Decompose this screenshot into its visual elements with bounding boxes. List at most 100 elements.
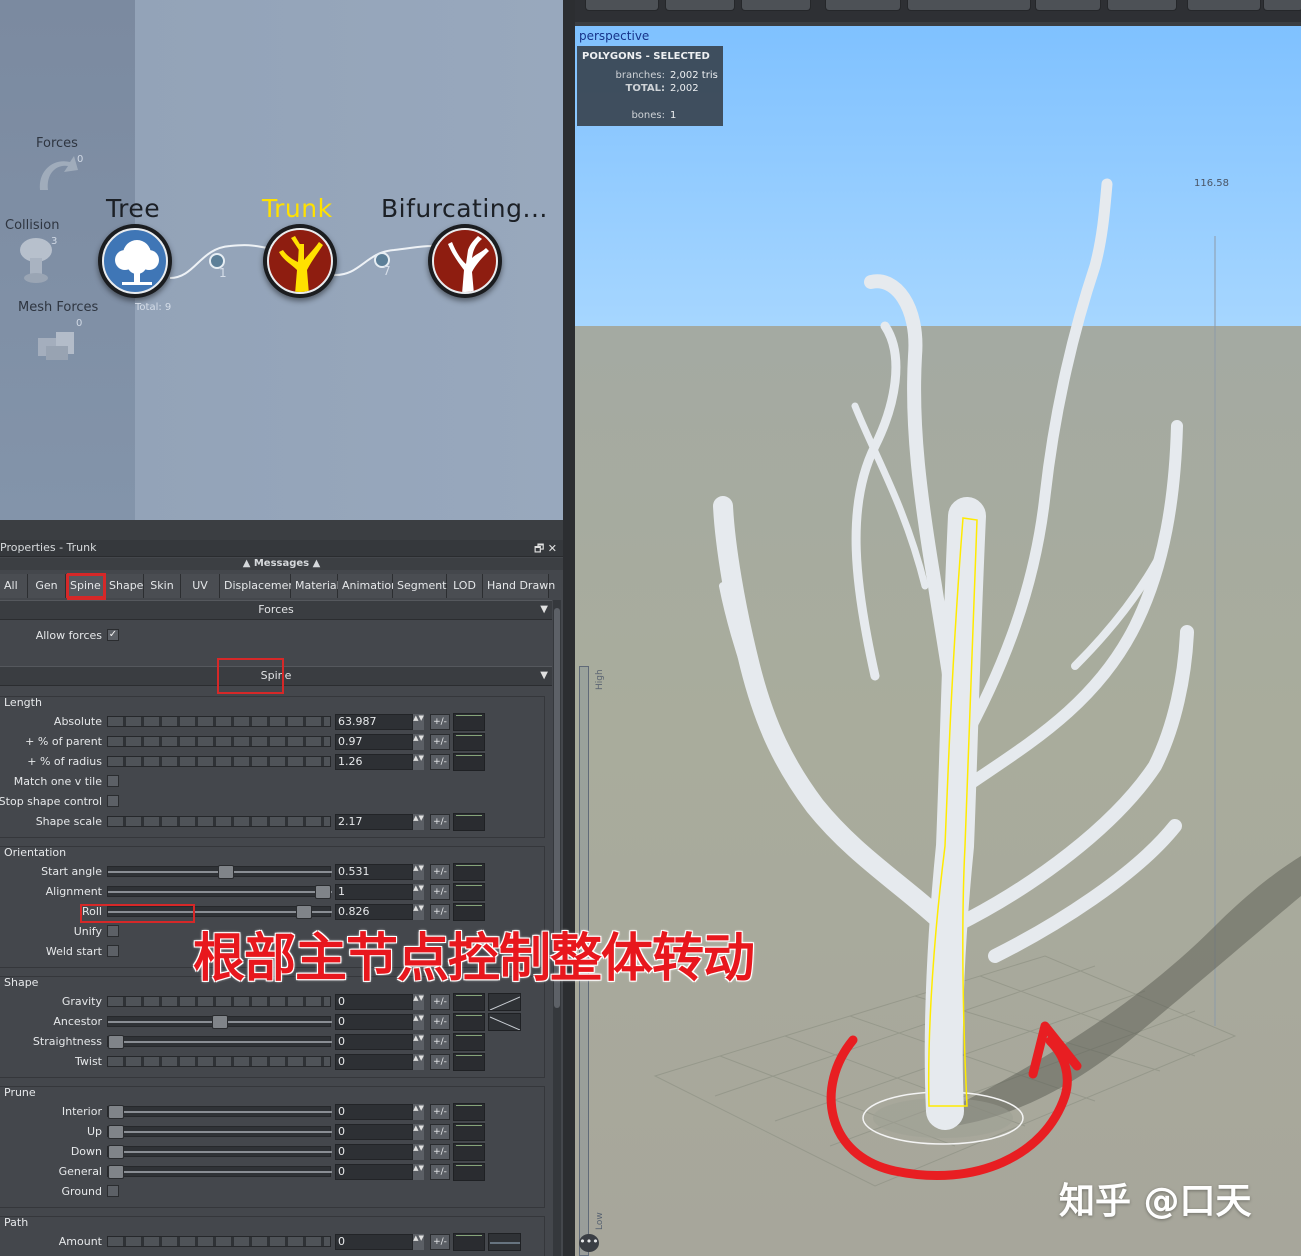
tab-displacement[interactable]: Displacement xyxy=(220,574,300,598)
nodes-button[interactable] xyxy=(1263,0,1301,11)
shape-scale-curve[interactable] xyxy=(453,813,485,831)
alignment-value[interactable]: 1 xyxy=(335,884,413,900)
general-slider[interactable] xyxy=(107,1165,332,1179)
general-value[interactable]: 0 xyxy=(335,1164,413,1180)
allow-forces-checkbox[interactable]: ✓ xyxy=(107,629,119,641)
up-curve[interactable] xyxy=(453,1123,485,1141)
gravity-variance-button[interactable]: +/- xyxy=(430,994,450,1010)
ancestor-value[interactable]: 0 xyxy=(335,1014,413,1030)
show-button[interactable] xyxy=(665,0,735,11)
alignment-spinner[interactable]: ▲▼ xyxy=(413,884,424,900)
ancestor-variance-button[interactable]: +/- xyxy=(430,1014,450,1030)
tab-lod[interactable]: LOD xyxy=(447,574,483,598)
absolute-value[interactable]: 63.987 xyxy=(335,714,413,730)
up-slider[interactable] xyxy=(107,1125,332,1139)
shape-scale-value[interactable]: 2.17 xyxy=(335,814,413,830)
pct-parent-spinner[interactable]: ▲▼ xyxy=(413,734,424,750)
start-angle-spinner[interactable]: ▲▼ xyxy=(413,864,424,880)
amount-spinner[interactable]: ▲▼ xyxy=(413,1234,424,1250)
forces-button[interactable] xyxy=(825,0,901,11)
interior-spinner[interactable]: ▲▼ xyxy=(413,1104,424,1120)
gravity-profile-curve[interactable] xyxy=(488,993,521,1011)
unify-checkbox[interactable] xyxy=(107,925,119,937)
twist-variance-button[interactable]: +/- xyxy=(430,1054,450,1070)
tab-uv[interactable]: UV xyxy=(181,574,220,598)
straightness-variance-button[interactable]: +/- xyxy=(430,1034,450,1050)
pct-parent-curve[interactable] xyxy=(453,733,485,751)
viewport-scene[interactable]: perspective POLYGONS - SELECTED branches… xyxy=(575,26,1301,1256)
start-angle-slider[interactable] xyxy=(107,865,332,879)
interior-variance-button[interactable]: +/- xyxy=(430,1104,450,1120)
chevron-down-icon[interactable]: ▼ xyxy=(540,601,548,619)
pct-radius-curve[interactable] xyxy=(453,753,485,771)
chevron-down-icon[interactable]: ▼ xyxy=(540,667,548,685)
wind-button[interactable] xyxy=(1035,0,1101,11)
pct-parent-variance-button[interactable]: +/- xyxy=(430,734,450,750)
down-spinner[interactable]: ▲▼ xyxy=(413,1144,424,1160)
properties-window-controls[interactable]: 🗗 ✕ xyxy=(534,540,557,559)
up-variance-button[interactable]: +/- xyxy=(430,1124,450,1140)
node-trunk[interactable] xyxy=(263,224,337,298)
up-spinner[interactable]: ▲▼ xyxy=(413,1124,424,1140)
gravity-slider[interactable] xyxy=(107,996,331,1007)
absolute-curve[interactable] xyxy=(453,713,485,731)
straightness-slider[interactable] xyxy=(107,1035,332,1049)
3d-viewport[interactable]: perspective POLYGONS - SELECTED branches… xyxy=(575,0,1301,1256)
interior-slider[interactable] xyxy=(107,1105,332,1119)
alignment-curve[interactable] xyxy=(453,883,485,901)
start-angle-value[interactable]: 0.531 xyxy=(335,864,413,880)
tab-material[interactable]: Material xyxy=(291,574,340,598)
alignment-slider[interactable] xyxy=(107,885,332,899)
shape-scale-slider[interactable] xyxy=(107,816,331,827)
viewport-menu-button[interactable]: ••• xyxy=(579,1234,599,1252)
amount-variance-button[interactable]: +/- xyxy=(430,1234,450,1250)
straightness-value[interactable]: 0 xyxy=(335,1034,413,1050)
down-curve[interactable] xyxy=(453,1143,485,1161)
messages-toggle[interactable]: ▲ Messages ▲ xyxy=(0,558,563,570)
ground-checkbox[interactable] xyxy=(107,1185,119,1197)
light-button[interactable] xyxy=(1107,0,1177,11)
start-angle-variance-button[interactable]: +/- xyxy=(430,864,450,880)
up-value[interactable]: 0 xyxy=(335,1124,413,1140)
twist-slider[interactable] xyxy=(107,1056,331,1067)
tab-segments[interactable]: Segments xyxy=(393,574,452,598)
node-bifurcating[interactable] xyxy=(428,224,502,298)
general-spinner[interactable]: ▲▼ xyxy=(413,1164,424,1180)
ancestor-profile-curve[interactable] xyxy=(488,1013,521,1031)
alignment-variance-button[interactable]: +/- xyxy=(430,884,450,900)
shape-scale-spinner[interactable]: ▲▼ xyxy=(413,814,424,830)
general-variance-button[interactable]: +/- xyxy=(430,1164,450,1180)
pct-radius-spinner[interactable]: ▲▼ xyxy=(413,754,424,770)
ancestor-spinner[interactable]: ▲▼ xyxy=(413,1014,424,1030)
gravity-curve[interactable] xyxy=(453,993,485,1011)
render-button[interactable] xyxy=(585,0,659,11)
twist-value[interactable]: 0 xyxy=(335,1054,413,1070)
pct-radius-value[interactable]: 1.26 xyxy=(335,754,413,770)
straightness-curve[interactable] xyxy=(453,1033,485,1051)
pct-parent-slider[interactable] xyxy=(107,736,331,747)
viewport-camera-label[interactable]: perspective xyxy=(579,29,649,43)
tab-shape[interactable]: Shape xyxy=(105,574,144,598)
straightness-spinner[interactable]: ▲▼ xyxy=(413,1034,424,1050)
down-slider[interactable] xyxy=(107,1145,332,1159)
tab-animation[interactable]: Animation xyxy=(338,574,398,598)
pct-parent-value[interactable]: 0.97 xyxy=(335,734,413,750)
twist-curve[interactable] xyxy=(453,1053,485,1071)
down-value[interactable]: 0 xyxy=(335,1144,413,1160)
absolute-spinner[interactable]: ▲▼ xyxy=(413,714,424,730)
gravity-spinner[interactable]: ▲▼ xyxy=(413,994,424,1010)
zoom-button[interactable] xyxy=(741,0,811,11)
match-v-checkbox[interactable] xyxy=(107,775,119,787)
twist-spinner[interactable]: ▲▼ xyxy=(413,1054,424,1070)
interior-curve[interactable] xyxy=(453,1103,485,1121)
amount-curve[interactable] xyxy=(453,1233,485,1251)
general-curve[interactable] xyxy=(453,1163,485,1181)
tab-hand-drawn[interactable]: Hand Drawn xyxy=(483,574,555,598)
amount-slider[interactable] xyxy=(107,1236,331,1247)
pct-radius-slider[interactable] xyxy=(107,756,331,767)
shape-scale-variance-button[interactable]: +/- xyxy=(430,814,450,830)
ancestor-slider[interactable] xyxy=(107,1015,332,1029)
viewport-splitter[interactable] xyxy=(563,0,575,1256)
collision-objects-button[interactable] xyxy=(907,0,1031,11)
amount-value[interactable]: 0 xyxy=(335,1234,413,1250)
